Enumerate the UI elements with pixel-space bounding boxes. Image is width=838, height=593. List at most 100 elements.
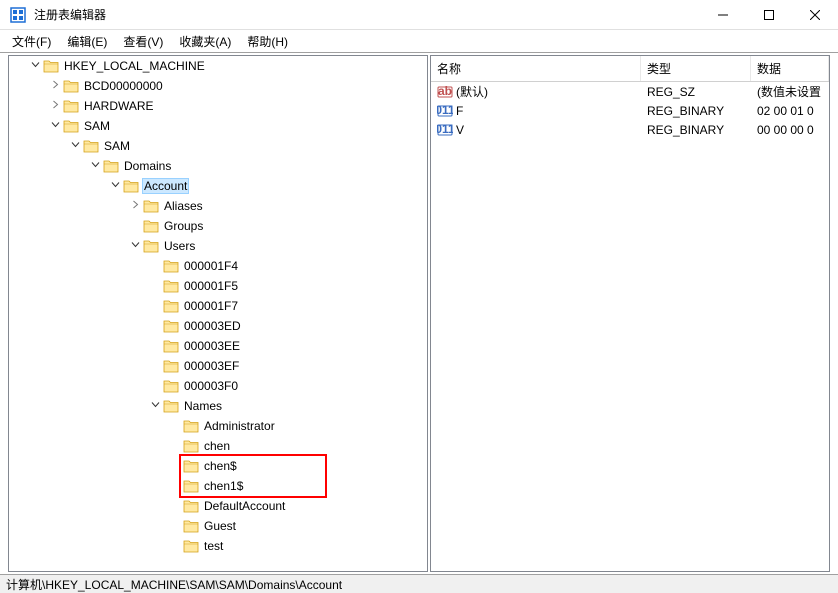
tree-node-label[interactable]: HARDWARE	[82, 99, 156, 113]
chevron-down-icon[interactable]	[67, 140, 83, 152]
folder-icon	[63, 99, 79, 113]
tree-node[interactable]: DefaultAccount	[9, 496, 427, 516]
column-data[interactable]: 数据	[751, 56, 829, 81]
chevron-down-icon[interactable]	[127, 240, 143, 252]
tree-node[interactable]: test	[9, 536, 427, 556]
tree-node[interactable]: Groups	[9, 216, 427, 236]
menu-help[interactable]: 帮助(H)	[239, 31, 296, 52]
tree-node[interactable]: 000001F4	[9, 256, 427, 276]
chevron-down-icon[interactable]	[47, 120, 63, 132]
tree-node-label[interactable]: 000003F0	[182, 379, 240, 393]
chevron-down-icon[interactable]	[87, 160, 103, 172]
list-row[interactable]: 011VREG_BINARY00 00 00 0	[431, 120, 829, 139]
svg-text:011: 011	[437, 103, 453, 117]
tree-node-label[interactable]: chen	[202, 439, 232, 453]
tree-node-label[interactable]: 000001F7	[182, 299, 240, 313]
menu-view[interactable]: 查看(V)	[115, 31, 171, 52]
tree-node-label[interactable]: test	[202, 539, 225, 553]
tree-node[interactable]: SAM	[9, 136, 427, 156]
chevron-right-icon[interactable]	[47, 80, 63, 92]
folder-icon	[143, 239, 159, 253]
tree-node[interactable]: chen	[9, 436, 427, 456]
chevron-down-icon[interactable]	[107, 180, 123, 192]
tree-node[interactable]: Administrator	[9, 416, 427, 436]
tree-node-label[interactable]: 000003EE	[182, 339, 242, 353]
chevron-down-icon[interactable]	[27, 60, 43, 72]
folder-icon	[183, 499, 199, 513]
tree-node-label[interactable]: Account	[142, 178, 189, 194]
chevron-down-icon[interactable]	[147, 400, 163, 412]
chevron-right-icon[interactable]	[127, 200, 143, 212]
tree-node[interactable]: chen$	[9, 456, 427, 476]
tree-node-label[interactable]: Guest	[202, 519, 238, 533]
value-data: (数值未设置	[751, 83, 829, 100]
minimize-button[interactable]	[700, 0, 746, 30]
column-type[interactable]: 类型	[641, 56, 751, 81]
tree-node[interactable]: chen1$	[9, 476, 427, 496]
tree-node-label[interactable]: Groups	[162, 219, 205, 233]
tree-node[interactable]: BCD00000000	[9, 76, 427, 96]
tree-node-label[interactable]: 000001F5	[182, 279, 240, 293]
tree-node[interactable]: Names	[9, 396, 427, 416]
folder-icon	[163, 379, 179, 393]
tree-node-label[interactable]: Aliases	[162, 199, 205, 213]
maximize-button[interactable]	[746, 0, 792, 30]
tree-node[interactable]: 000003ED	[9, 316, 427, 336]
folder-icon	[183, 459, 199, 473]
tree-pane[interactable]: HKEY_LOCAL_MACHINE BCD00000000 HARDWARE SAM…	[8, 55, 428, 572]
folder-icon	[163, 299, 179, 313]
menu-favorites[interactable]: 收藏夹(A)	[171, 31, 239, 52]
tree-node[interactable]: SAM	[9, 116, 427, 136]
menu-edit[interactable]: 编辑(E)	[59, 31, 115, 52]
list-row[interactable]: ab(默认)REG_SZ(数值未设置	[431, 82, 829, 101]
column-name[interactable]: 名称	[431, 56, 641, 81]
chevron-right-icon[interactable]	[47, 100, 63, 112]
value-type: REG_BINARY	[641, 104, 751, 118]
binary-value-icon: 011	[437, 122, 453, 138]
tree-node-label[interactable]: 000001F4	[182, 259, 240, 273]
list-row[interactable]: 011FREG_BINARY02 00 01 0	[431, 101, 829, 120]
tree-node-label[interactable]: Names	[182, 399, 224, 413]
tree-node[interactable]: 000003EF	[9, 356, 427, 376]
titlebar: 注册表编辑器	[0, 0, 838, 30]
tree-node[interactable]: Domains	[9, 156, 427, 176]
tree-node-label[interactable]: HKEY_LOCAL_MACHINE	[62, 59, 207, 73]
value-name: V	[456, 123, 464, 137]
tree-node[interactable]: 000001F7	[9, 296, 427, 316]
close-button[interactable]	[792, 0, 838, 30]
tree-node-label[interactable]: chen$	[202, 459, 239, 473]
value-type: REG_SZ	[641, 85, 751, 99]
tree-node[interactable]: Guest	[9, 516, 427, 536]
app-icon	[10, 7, 26, 23]
tree-node[interactable]: Users	[9, 236, 427, 256]
tree-node-label[interactable]: Users	[162, 239, 197, 253]
tree-node[interactable]: 000001F5	[9, 276, 427, 296]
tree-node[interactable]: HKEY_LOCAL_MACHINE	[9, 56, 427, 76]
folder-icon	[183, 539, 199, 553]
tree-node-label[interactable]: chen1$	[202, 479, 245, 493]
folder-icon	[183, 519, 199, 533]
status-path: 计算机\HKEY_LOCAL_MACHINE\SAM\SAM\Domains\A…	[6, 578, 342, 592]
tree-node-label[interactable]: Domains	[122, 159, 173, 173]
list-pane[interactable]: 名称 类型 数据 ab(默认)REG_SZ(数值未设置011FREG_BINAR…	[430, 55, 830, 572]
folder-icon	[163, 279, 179, 293]
folder-icon	[163, 319, 179, 333]
tree-node[interactable]: Account	[9, 176, 427, 196]
tree-node[interactable]: Aliases	[9, 196, 427, 216]
folder-icon	[143, 219, 159, 233]
folder-icon	[183, 479, 199, 493]
tree-node[interactable]: HARDWARE	[9, 96, 427, 116]
tree-node-label[interactable]: 000003ED	[182, 319, 243, 333]
tree-node-label[interactable]: SAM	[102, 139, 132, 153]
menu-file[interactable]: 文件(F)	[4, 31, 59, 52]
value-data: 02 00 01 0	[751, 104, 829, 118]
tree-node[interactable]: 000003EE	[9, 336, 427, 356]
folder-icon	[163, 399, 179, 413]
tree-node[interactable]: 000003F0	[9, 376, 427, 396]
statusbar: 计算机\HKEY_LOCAL_MACHINE\SAM\SAM\Domains\A…	[0, 574, 838, 593]
tree-node-label[interactable]: 000003EF	[182, 359, 241, 373]
tree-node-label[interactable]: BCD00000000	[82, 79, 165, 93]
tree-node-label[interactable]: SAM	[82, 119, 112, 133]
tree-node-label[interactable]: Administrator	[202, 419, 277, 433]
tree-node-label[interactable]: DefaultAccount	[202, 499, 287, 513]
